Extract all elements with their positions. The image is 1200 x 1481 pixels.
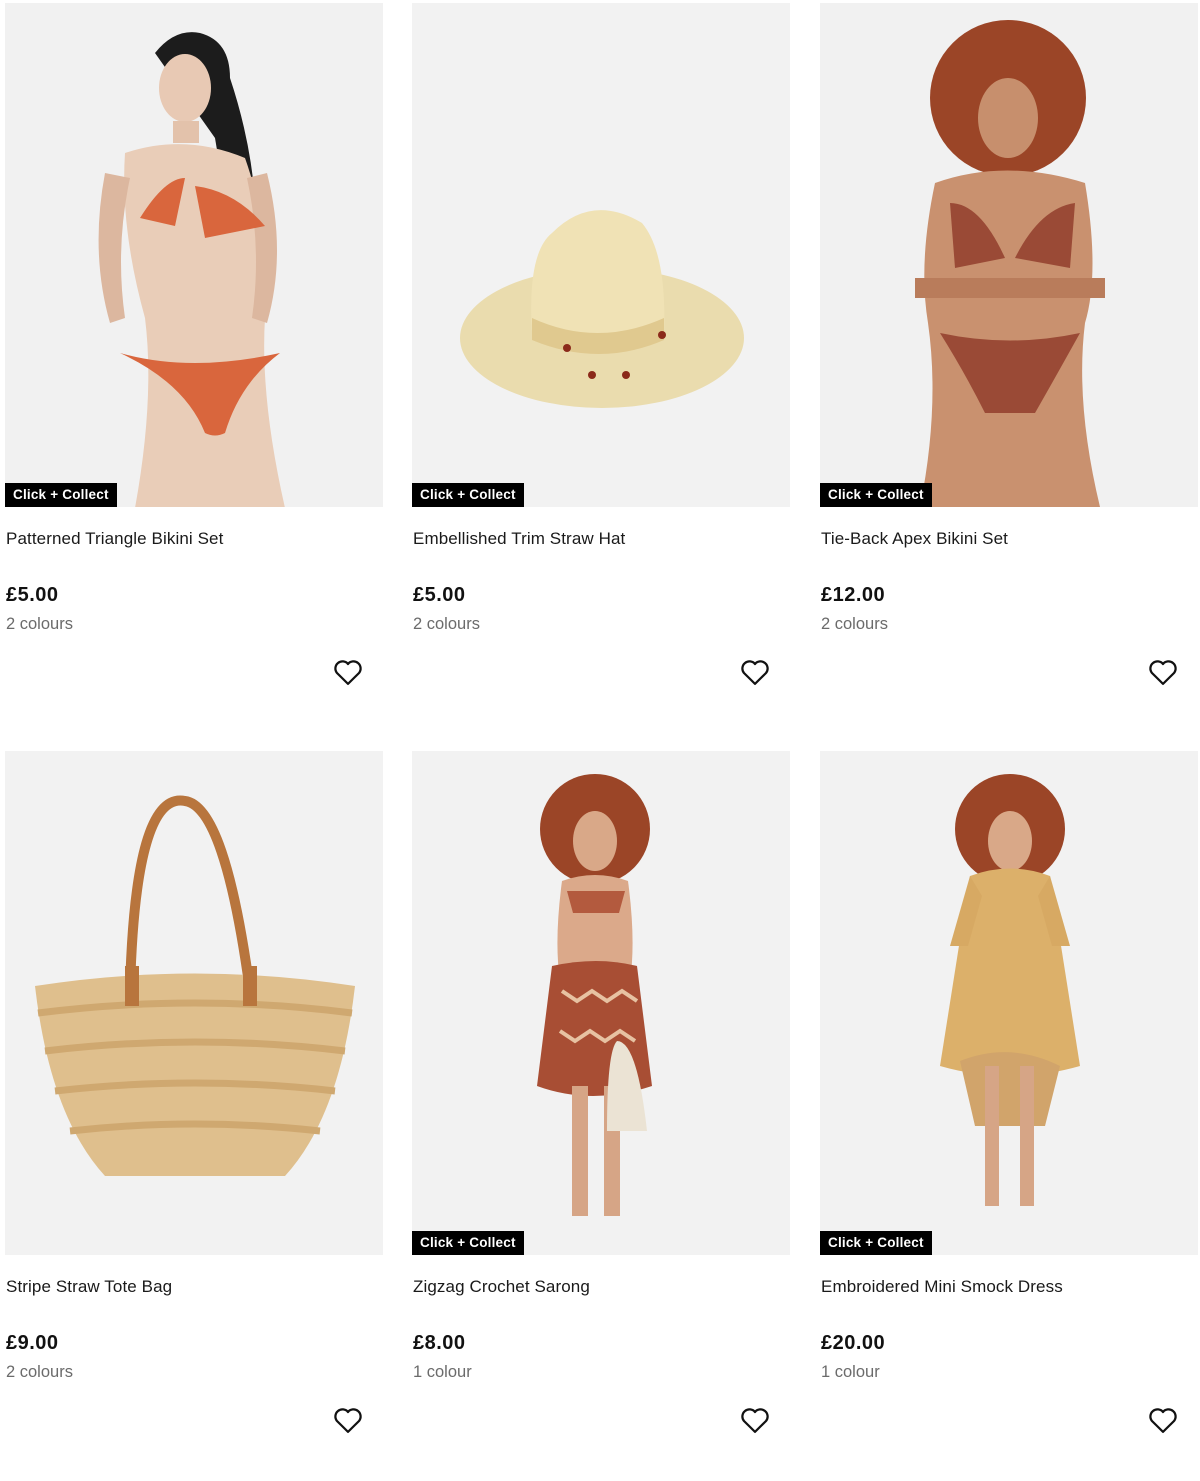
zigzag-sarong-model-photo <box>412 751 790 1255</box>
product-image[interactable] <box>5 751 383 1255</box>
product-colours: 2 colours <box>413 615 480 633</box>
click-collect-badge: Click + Collect <box>820 1231 932 1255</box>
product-name[interactable]: Patterned Triangle Bikini Set <box>6 529 223 549</box>
heart-outline-icon <box>334 660 362 685</box>
click-collect-badge: Click + Collect <box>412 1231 524 1255</box>
product-image[interactable]: Click + Collect <box>820 3 1198 507</box>
straw-hat-photo <box>412 3 790 507</box>
product-image[interactable]: Click + Collect <box>412 751 790 1255</box>
product-image[interactable]: Click + Collect <box>412 3 790 507</box>
click-collect-badge: Click + Collect <box>5 483 117 507</box>
product-name[interactable]: Tie-Back Apex Bikini Set <box>821 529 1008 549</box>
product-card[interactable]: Click + Collect Tie-Back Apex Bikini Set… <box>820 3 1198 733</box>
product-card[interactable]: Click + Collect Patterned Triangle Bikin… <box>5 3 383 733</box>
product-card[interactable]: Stripe Straw Tote Bag £9.00 2 colours <box>5 751 383 1481</box>
wishlist-button[interactable] <box>1146 655 1180 689</box>
product-price: £20.00 <box>821 1332 886 1354</box>
product-name[interactable]: Embroidered Mini Smock Dress <box>821 1277 1063 1297</box>
product-price: £5.00 <box>413 584 466 606</box>
straw-tote-bag-photo <box>5 751 383 1255</box>
product-name[interactable]: Zigzag Crochet Sarong <box>413 1277 590 1297</box>
product-colours: 1 colour <box>413 1363 472 1381</box>
apex-bikini-model-photo <box>820 3 1198 507</box>
wishlist-button[interactable] <box>738 1403 772 1437</box>
product-colours: 1 colour <box>821 1363 880 1381</box>
product-card[interactable]: Click + Collect Embellished Trim Straw H… <box>412 3 790 733</box>
wishlist-button[interactable] <box>738 655 772 689</box>
product-card[interactable]: Click + Collect Zigzag Crochet Sarong £8… <box>412 751 790 1481</box>
patterned-bikini-model-photo <box>5 3 383 507</box>
product-price: £8.00 <box>413 1332 466 1354</box>
click-collect-badge: Click + Collect <box>412 483 524 507</box>
product-image[interactable]: Click + Collect <box>820 751 1198 1255</box>
product-colours: 2 colours <box>6 1363 73 1381</box>
product-price: £5.00 <box>6 584 59 606</box>
wishlist-button[interactable] <box>331 1403 365 1437</box>
product-name[interactable]: Embellished Trim Straw Hat <box>413 529 625 549</box>
smock-dress-model-photo <box>820 751 1198 1255</box>
heart-outline-icon <box>334 1408 362 1433</box>
product-grid: Click + Collect Patterned Triangle Bikin… <box>0 0 1200 1437</box>
product-colours: 2 colours <box>6 615 73 633</box>
heart-outline-icon <box>741 660 769 685</box>
heart-outline-icon <box>1149 660 1177 685</box>
heart-outline-icon <box>741 1408 769 1433</box>
product-price: £9.00 <box>6 1332 59 1354</box>
product-name[interactable]: Stripe Straw Tote Bag <box>6 1277 172 1297</box>
product-price: £12.00 <box>821 584 886 606</box>
heart-outline-icon <box>1149 1408 1177 1433</box>
product-image[interactable]: Click + Collect <box>5 3 383 507</box>
product-colours: 2 colours <box>821 615 888 633</box>
click-collect-badge: Click + Collect <box>820 483 932 507</box>
wishlist-button[interactable] <box>1146 1403 1180 1437</box>
product-card[interactable]: Click + Collect Embroidered Mini Smock D… <box>820 751 1198 1481</box>
wishlist-button[interactable] <box>331 655 365 689</box>
